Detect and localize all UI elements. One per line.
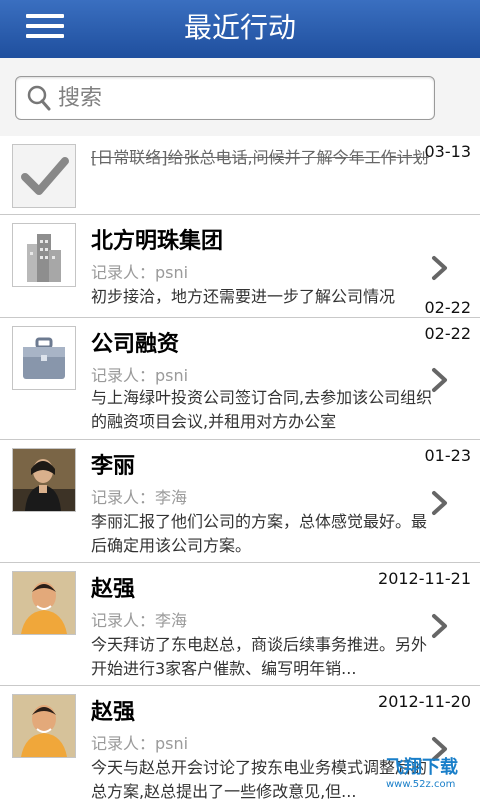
item-description: 今天与赵总开会讨论了按东电业务模式调整后的总方案,赵总提出了一些修改意见,但..… [91, 758, 428, 801]
search-box[interactable] [15, 76, 435, 120]
item-recorder: 记录人：psni [91, 263, 189, 282]
item-name: 赵强 [91, 700, 136, 725]
list-item[interactable]: 北方明珠集团 02-22 记录人：psni 初步接洽，地方还需要进一步了解公司情… [0, 215, 480, 318]
watermark-logo: 飞翔下载 www.52z.com [386, 758, 476, 798]
chevron-right-icon [432, 368, 447, 392]
list-item[interactable]: 赵强 2012-11-21 记录人：李海 今天拜访了东电赵总，商谈后续事务推进。… [0, 563, 480, 686]
item-name: 李丽 [91, 454, 136, 479]
item-recorder: 记录人：李海 [91, 611, 188, 630]
item-description: 李丽汇报了他们公司的方案，总体感觉最好。最后确定用该公司方案。 [91, 512, 428, 555]
chevron-right-icon [432, 491, 447, 515]
avatar-photo [12, 448, 76, 512]
avatar-photo [12, 694, 76, 758]
item-recorder: 记录人：psni [91, 734, 189, 753]
search-bar-area [0, 58, 480, 136]
search-icon [27, 85, 51, 111]
checkmark-icon [12, 144, 76, 208]
item-date: 02-22 [424, 324, 472, 343]
list-item[interactable]: [日常联络]给张总电话,问候并了解今年工作计划 03-13 [0, 136, 480, 215]
item-description: 今天拜访了东电赵总，商谈后续事务推进。另外开始进行3家客户催款、编写明年销... [91, 635, 428, 678]
list-item[interactable]: 公司融资 02-22 记录人：psni 与上海绿叶投资公司签订合同,去参加该公司… [0, 318, 480, 440]
building-icon [12, 223, 76, 287]
item-date: 2012-11-21 [378, 569, 471, 588]
item-recorder: 记录人：psni [91, 366, 189, 385]
list-item[interactable]: 李丽 01-23 记录人：李海 李丽汇报了他们公司的方案，总体感觉最好。最后确定… [0, 440, 480, 563]
briefcase-icon [12, 326, 76, 390]
chevron-right-icon [432, 614, 447, 638]
item-description: 与上海绿叶投资公司签订合同,去参加该公司组织的融资项目会议,并租用对方办公室 [91, 388, 433, 431]
page-title: 最近行动 [183, 11, 296, 44]
watermark-text: 飞翔下载 [386, 757, 458, 778]
search-input[interactable] [58, 77, 418, 119]
item-name: 公司融资 [91, 332, 180, 357]
item-description: 初步接洽，地方还需要进一步了解公司情况 [91, 287, 396, 306]
action-list: [日常联络]给张总电话,问候并了解今年工作计划 03-13 北方明珠集团 02-… [0, 136, 480, 804]
item-name: 北方明珠集团 [91, 229, 224, 254]
item-date: 01-23 [424, 446, 472, 465]
completed-task-text: [日常联络]给张总电话,问候并了解今年工作计划 [91, 148, 429, 167]
item-recorder: 记录人：李海 [91, 488, 188, 507]
avatar-photo [12, 571, 76, 635]
app-header: 最近行动 [0, 0, 480, 59]
item-date: 2012-11-20 [378, 692, 471, 711]
watermark-url: www.52z.com [386, 779, 456, 790]
item-name: 赵强 [91, 577, 136, 602]
item-date: 03-13 [424, 142, 472, 161]
chevron-right-icon [432, 256, 447, 280]
